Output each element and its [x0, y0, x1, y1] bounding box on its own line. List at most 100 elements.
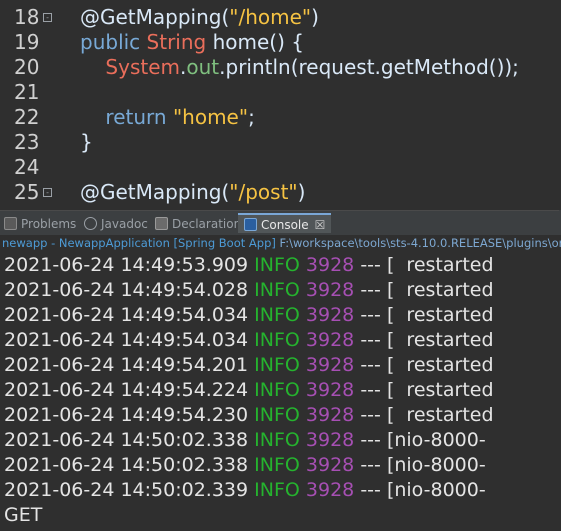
log-thread: [ restarted	[386, 279, 494, 301]
log-level: INFO	[254, 429, 300, 451]
code-line[interactable]: 18- @GetMapping("/home")	[0, 5, 561, 30]
launch-info: newapp - NewappApplication [Spring Boot …	[0, 235, 561, 252]
log-pid: 3928	[305, 354, 355, 376]
log-level: INFO	[254, 379, 300, 401]
log-level: INFO	[254, 354, 300, 376]
code-text: @GetMapping("/home")	[80, 5, 319, 30]
stdout-line: GET	[4, 504, 43, 526]
code-text: return "home";	[80, 105, 255, 130]
tab-console[interactable]: Console ☒	[238, 213, 332, 233]
log-separator: ---	[360, 279, 381, 301]
log-line: 2021-06-24 14:49:54.034 INFO 3928 --- [ …	[4, 303, 561, 328]
tab-console-label: Console	[261, 218, 309, 232]
log-thread: [nio-8000-	[386, 479, 486, 501]
code-line[interactable]: 24	[0, 155, 561, 180]
code-token: "/post"	[229, 180, 298, 204]
code-token: String	[146, 30, 213, 54]
views-tab-bar: Problems Javadoc Declaration Console ☒	[0, 210, 561, 235]
code-line[interactable]: 20 System.out.println(request.getMethod(…	[0, 55, 561, 80]
log-level: INFO	[254, 404, 300, 426]
log-level: INFO	[254, 479, 300, 501]
log-pid: 3928	[305, 279, 355, 301]
log-separator: ---	[360, 454, 381, 476]
log-line: 2021-06-24 14:49:54.201 INFO 3928 --- [ …	[4, 353, 561, 378]
log-separator: ---	[360, 404, 381, 426]
line-number: 19	[14, 30, 40, 54]
log-line: 2021-06-24 14:50:02.338 INFO 3928 --- [n…	[4, 453, 561, 478]
code-token: @GetMapping(	[80, 180, 230, 204]
log-thread: [ restarted	[386, 354, 494, 376]
log-line: 2021-06-24 14:49:54.028 INFO 3928 --- [ …	[4, 278, 561, 303]
log-timestamp: 2021-06-24 14:50:02.338	[4, 429, 249, 451]
code-line[interactable]: 25- @GetMapping("/post")	[0, 180, 561, 205]
code-line[interactable]: 21	[0, 80, 561, 105]
log-timestamp: 2021-06-24 14:49:54.224	[4, 379, 249, 401]
log-pid: 3928	[305, 404, 355, 426]
tab-javadoc[interactable]: Javadoc	[84, 214, 148, 234]
code-token: "home"	[172, 105, 249, 129]
code-editor[interactable]: 18- @GetMapping("/home") 19 public String h…	[0, 0, 561, 210]
log-separator: ---	[360, 254, 381, 276]
code-token: @GetMapping(	[80, 5, 230, 29]
tab-declaration[interactable]: Declaration	[155, 214, 241, 234]
log-timestamp: 2021-06-24 14:49:54.201	[4, 354, 249, 376]
log-pid: 3928	[305, 254, 355, 276]
code-token: "/home"	[229, 5, 312, 29]
log-line: 2021-06-24 14:50:02.339 INFO 3928 --- [n…	[4, 478, 561, 503]
tab-declaration-label: Declaration	[172, 217, 242, 231]
line-number: 23	[14, 130, 40, 154]
launch-path: F:\workspace\tools\sts-4.10.0.RELEASE\pl…	[279, 236, 561, 250]
code-text: System.out.println(request.getMethod());	[80, 55, 519, 80]
log-pid: 3928	[305, 379, 355, 401]
log-level: INFO	[254, 304, 300, 326]
console-icon	[244, 218, 257, 231]
log-timestamp: 2021-06-24 14:49:54.034	[4, 329, 249, 351]
code-token: }	[80, 130, 93, 154]
log-timestamp: 2021-06-24 14:50:02.339	[4, 479, 249, 501]
log-thread: [ restarted	[386, 404, 494, 426]
log-pid: 3928	[305, 329, 355, 351]
log-pid: 3928	[305, 454, 355, 476]
log-separator: ---	[360, 304, 381, 326]
log-line: 2021-06-24 14:49:54.224 INFO 3928 --- [ …	[4, 378, 561, 403]
close-icon[interactable]: ☒	[315, 218, 326, 232]
log-separator: ---	[360, 379, 381, 401]
fold-toggle-icon[interactable]: -	[43, 188, 52, 197]
console-output[interactable]: 2021-06-24 14:49:53.909 INFO 3928 --- [ …	[0, 252, 561, 531]
launch-app-name: newapp - NewappApplication [Spring Boot …	[2, 236, 276, 250]
fold-toggle-icon[interactable]: -	[43, 13, 52, 22]
line-number: 22	[14, 105, 40, 129]
log-line: 2021-06-24 14:49:54.230 INFO 3928 --- [ …	[4, 403, 561, 428]
code-line[interactable]: 19 public String home() {	[0, 30, 561, 55]
log-level: INFO	[254, 329, 300, 351]
log-line: 2021-06-24 14:49:54.034 INFO 3928 --- [ …	[4, 328, 561, 353]
log-separator: ---	[360, 329, 381, 351]
code-token: ;	[248, 105, 255, 129]
log-pid: 3928	[305, 304, 355, 326]
code-token: .println(request.getMethod());	[219, 55, 519, 79]
line-number: 25	[14, 180, 40, 204]
log-timestamp: 2021-06-24 14:50:02.338	[4, 454, 249, 476]
code-line[interactable]: 23}	[0, 130, 561, 155]
log-separator: ---	[360, 429, 381, 451]
code-text: @GetMapping("/post")	[80, 180, 305, 205]
log-pid: 3928	[305, 479, 355, 501]
log-separator: ---	[360, 479, 381, 501]
line-number: 21	[14, 80, 40, 104]
line-number: 18	[14, 5, 40, 29]
log-timestamp: 2021-06-24 14:49:53.909	[4, 254, 249, 276]
code-line[interactable]: 22 return "home";	[0, 105, 561, 130]
code-token: out	[186, 55, 220, 79]
code-text: public String home() {	[80, 30, 304, 55]
code-token: )	[311, 5, 319, 29]
log-level: INFO	[254, 454, 300, 476]
code-token: System	[80, 55, 181, 79]
declaration-icon	[155, 217, 168, 230]
log-thread: [nio-8000-	[386, 429, 486, 451]
log-timestamp: 2021-06-24 14:49:54.034	[4, 304, 249, 326]
log-timestamp: 2021-06-24 14:49:54.028	[4, 279, 249, 301]
tab-problems[interactable]: Problems	[4, 214, 76, 234]
log-thread: [ restarted	[386, 379, 494, 401]
code-token: )	[297, 180, 306, 204]
log-line: 2021-06-24 14:49:53.909 INFO 3928 --- [ …	[4, 253, 561, 278]
